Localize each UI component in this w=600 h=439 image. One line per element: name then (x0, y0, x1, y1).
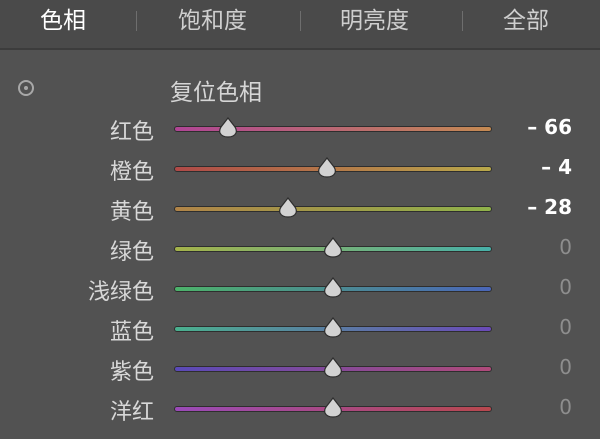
slider-label-green: 绿色 (109, 240, 154, 265)
tab-bar: 色相 饱和度 明亮度 全部 (0, 0, 600, 50)
slider-value-red: – 66 (527, 115, 572, 139)
slider-thumb-green[interactable] (322, 237, 344, 259)
reset-hue-button[interactable]: 复位色相 (170, 73, 262, 107)
slider-thumb-red[interactable] (217, 117, 239, 139)
tab-saturation[interactable]: 饱和度 (178, 6, 247, 36)
slider-thumb-purple[interactable] (322, 357, 344, 379)
slider-row-orange: 橙色 – 4 (0, 148, 600, 188)
slider-value-orange: – 4 (541, 155, 572, 179)
slider-label-purple: 紫色 (109, 360, 154, 385)
slider-row-red: 红色 – 66 (0, 108, 600, 148)
slider-thumb-yellow[interactable] (277, 197, 299, 219)
tab-divider (300, 11, 301, 31)
slider-label-orange: 橙色 (109, 160, 154, 185)
tab-hue[interactable]: 色相 (40, 6, 86, 36)
slider-value-green: 0 (559, 235, 572, 259)
slider-value-purple: 0 (559, 355, 572, 379)
slider-track-yellow[interactable] (174, 206, 492, 212)
tab-luminance[interactable]: 明亮度 (340, 6, 409, 36)
slider-row-purple: 紫色 0 (0, 348, 600, 388)
slider-thumb-aqua[interactable] (322, 277, 344, 299)
tab-all[interactable]: 全部 (503, 6, 549, 36)
slider-thumb-orange[interactable] (316, 157, 338, 179)
reset-row: 复位色相 (0, 68, 600, 108)
slider-value-aqua: 0 (559, 275, 572, 299)
slider-row-green: 绿色 0 (0, 228, 600, 268)
slider-thumb-magenta[interactable] (322, 397, 344, 419)
slider-row-magenta: 洋红 0 (0, 388, 600, 428)
slider-label-blue: 蓝色 (109, 320, 154, 345)
tab-divider (136, 11, 137, 31)
slider-label-aqua: 浅绿色 (87, 280, 154, 305)
slider-label-red: 红色 (109, 120, 154, 145)
slider-thumb-blue[interactable] (322, 317, 344, 339)
slider-value-blue: 0 (559, 315, 572, 339)
target-adjust-icon[interactable] (18, 80, 34, 96)
slider-value-yellow: – 28 (527, 195, 572, 219)
slider-label-yellow: 黄色 (109, 200, 154, 225)
slider-row-blue: 蓝色 0 (0, 308, 600, 348)
slider-value-magenta: 0 (559, 395, 572, 419)
slider-row-aqua: 浅绿色 0 (0, 268, 600, 308)
slider-label-magenta: 洋红 (109, 400, 154, 425)
slider-row-yellow: 黄色 – 28 (0, 188, 600, 228)
tab-divider (462, 11, 463, 31)
